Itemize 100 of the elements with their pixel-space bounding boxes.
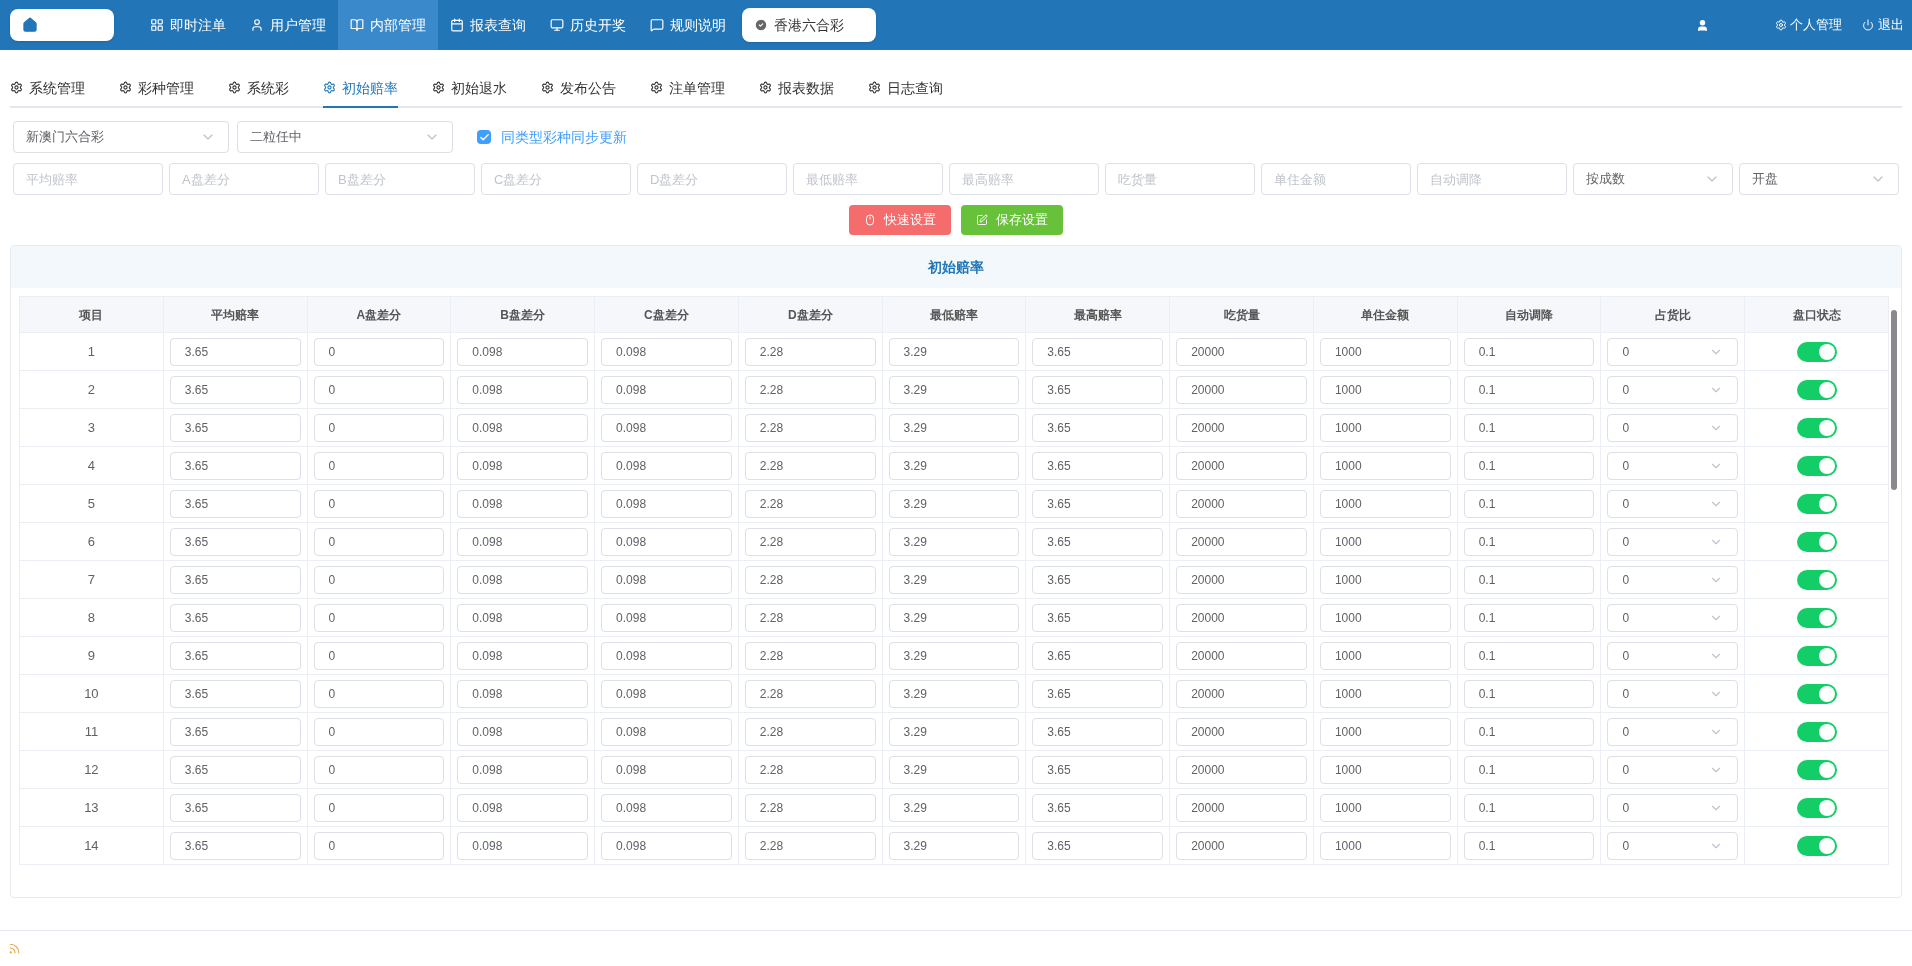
odds-input[interactable]: 0	[313, 451, 445, 480]
share-select[interactable]: 0	[1607, 527, 1739, 556]
odds-input[interactable]: 3.65	[169, 451, 301, 480]
odds-input[interactable]: 0.098	[601, 375, 732, 404]
odds-input[interactable]: 0.098	[601, 451, 732, 480]
lottery-select[interactable]: 新澳门六合彩	[13, 121, 229, 153]
odds-input[interactable]: 3.65	[1032, 831, 1164, 860]
share-select[interactable]: 0	[1607, 641, 1739, 670]
lottery-selector[interactable]: 香港六合彩	[742, 8, 876, 42]
checkbox[interactable]	[477, 130, 491, 144]
odds-input[interactable]: 20000	[1176, 793, 1307, 822]
odds-input[interactable]: 1000	[1319, 793, 1451, 822]
filter-field[interactable]: D盘差分	[637, 163, 787, 195]
odds-input[interactable]: 0.098	[457, 641, 589, 670]
share-select[interactable]: 0	[1607, 451, 1739, 480]
odds-input[interactable]: 3.65	[1032, 337, 1164, 366]
odds-input[interactable]: 3.29	[888, 679, 1020, 708]
odds-input[interactable]: 0	[313, 755, 445, 784]
user-icon[interactable]	[1696, 18, 1709, 32]
share-select[interactable]: 0	[1607, 337, 1739, 366]
share-select[interactable]: 0	[1607, 375, 1739, 404]
odds-input[interactable]: 3.65	[1032, 375, 1164, 404]
odds-input[interactable]: 3.29	[888, 451, 1020, 480]
odds-input[interactable]: 0.098	[601, 337, 732, 366]
odds-input[interactable]: 0.1	[1463, 603, 1595, 632]
status-toggle[interactable]	[1796, 607, 1837, 628]
nav-item[interactable]: 规则说明	[638, 0, 738, 50]
odds-input[interactable]: 20000	[1176, 375, 1307, 404]
share-select[interactable]: 0	[1607, 489, 1739, 518]
status-toggle[interactable]	[1796, 721, 1837, 742]
filter-field[interactable]: 单住金额	[1261, 163, 1411, 195]
odds-input[interactable]: 0	[313, 717, 445, 746]
odds-input[interactable]: 3.65	[169, 527, 301, 556]
tab[interactable]: 报表数据	[759, 78, 834, 108]
odds-input[interactable]: 1000	[1319, 451, 1451, 480]
odds-input[interactable]: 0.1	[1463, 527, 1595, 556]
personal-link[interactable]: 个人管理	[1775, 15, 1842, 35]
share-select[interactable]: 0	[1607, 755, 1739, 784]
odds-input[interactable]: 0.1	[1463, 337, 1595, 366]
status-toggle[interactable]	[1796, 569, 1837, 590]
odds-input[interactable]: 2.28	[744, 679, 876, 708]
odds-input[interactable]: 0.098	[457, 489, 589, 518]
nav-item[interactable]: 用户管理	[238, 0, 338, 50]
odds-input[interactable]: 1000	[1319, 565, 1451, 594]
odds-input[interactable]: 1000	[1319, 527, 1451, 556]
filter-field[interactable]: 最低赔率	[793, 163, 943, 195]
odds-input[interactable]: 3.65	[169, 603, 301, 632]
tab[interactable]: 初始退水	[432, 78, 507, 108]
odds-input[interactable]: 0	[313, 831, 445, 860]
odds-input[interactable]: 0	[313, 641, 445, 670]
odds-input[interactable]: 3.65	[1032, 451, 1164, 480]
odds-input[interactable]: 0.1	[1463, 413, 1595, 442]
status-toggle[interactable]	[1796, 683, 1837, 704]
odds-input[interactable]: 3.29	[888, 793, 1020, 822]
odds-input[interactable]: 2.28	[744, 527, 876, 556]
odds-input[interactable]: 2.28	[744, 565, 876, 594]
odds-input[interactable]: 1000	[1319, 489, 1451, 518]
odds-input[interactable]: 0	[313, 489, 445, 518]
odds-input[interactable]: 20000	[1176, 451, 1307, 480]
odds-input[interactable]: 3.29	[888, 717, 1020, 746]
odds-input[interactable]: 3.65	[1032, 527, 1164, 556]
odds-input[interactable]: 3.65	[1032, 679, 1164, 708]
odds-input[interactable]: 1000	[1319, 375, 1451, 404]
share-select[interactable]: 0	[1607, 679, 1739, 708]
tab[interactable]: 彩种管理	[119, 78, 194, 108]
odds-input[interactable]: 0	[313, 375, 445, 404]
odds-input[interactable]: 3.65	[1032, 717, 1164, 746]
filter-field[interactable]: C盘差分	[481, 163, 631, 195]
odds-input[interactable]: 0.098	[601, 603, 732, 632]
odds-input[interactable]: 0	[313, 337, 445, 366]
odds-input[interactable]: 2.28	[744, 641, 876, 670]
odds-input[interactable]: 20000	[1176, 641, 1307, 670]
odds-input[interactable]: 0.098	[457, 717, 589, 746]
odds-input[interactable]: 0.1	[1463, 451, 1595, 480]
odds-input[interactable]: 0.1	[1463, 641, 1595, 670]
odds-input[interactable]: 0.1	[1463, 831, 1595, 860]
odds-input[interactable]: 3.29	[888, 831, 1020, 860]
status-select[interactable]: 开盘	[1739, 163, 1899, 195]
filter-field[interactable]: 自动调降	[1417, 163, 1567, 195]
nav-item[interactable]: 报表查询	[438, 0, 538, 50]
odds-input[interactable]: 3.29	[888, 603, 1020, 632]
odds-input[interactable]: 3.65	[169, 831, 301, 860]
odds-input[interactable]: 0.098	[601, 717, 732, 746]
odds-input[interactable]: 3.29	[888, 565, 1020, 594]
odds-input[interactable]: 3.65	[169, 793, 301, 822]
tab[interactable]: 系统彩	[228, 78, 289, 108]
logout-link[interactable]: 退出	[1862, 15, 1904, 35]
odds-input[interactable]: 1000	[1319, 603, 1451, 632]
odds-input[interactable]: 0.098	[457, 527, 589, 556]
odds-input[interactable]: 0.098	[457, 413, 589, 442]
share-select[interactable]: 0	[1607, 603, 1739, 632]
odds-input[interactable]: 20000	[1176, 565, 1307, 594]
odds-input[interactable]: 3.65	[169, 565, 301, 594]
home-button[interactable]	[10, 9, 114, 41]
odds-input[interactable]: 2.28	[744, 375, 876, 404]
odds-input[interactable]: 0.1	[1463, 793, 1595, 822]
nav-item[interactable]: 内部管理	[338, 0, 438, 50]
odds-input[interactable]: 2.28	[744, 413, 876, 442]
tab[interactable]: 注单管理	[650, 78, 725, 108]
odds-input[interactable]: 3.65	[169, 717, 301, 746]
